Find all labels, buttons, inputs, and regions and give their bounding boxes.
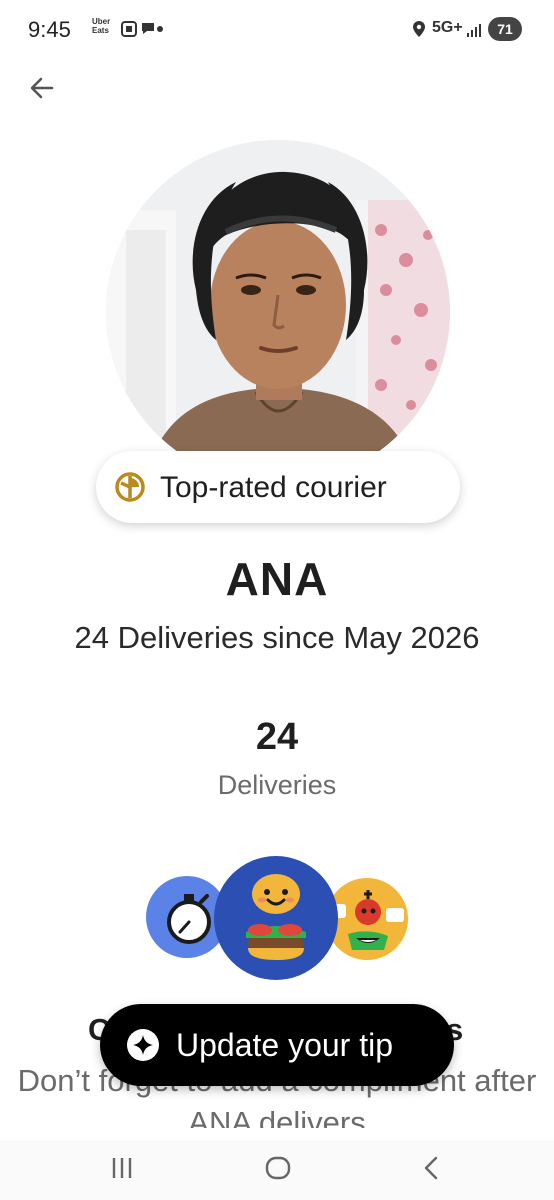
network-type: 5G+ — [432, 19, 463, 36]
tomato-mascot-illustration-icon — [326, 878, 408, 960]
battery-indicator: 71 — [488, 17, 522, 41]
uber-eats-notification-icon: Uber Eats — [92, 17, 111, 35]
chat-bubble-icon — [142, 23, 154, 34]
deliveries-count: 24 — [255, 716, 299, 758]
location-pin-icon — [413, 21, 425, 37]
burger-mascot-illustration-icon — [214, 856, 338, 980]
status-bar: 9:45 Uber Eats 5G+ 71 — [0, 0, 554, 62]
courier-avatar — [106, 140, 450, 484]
top-rated-courier-badge: Top-rated courier — [96, 451, 460, 523]
update-tip-label: Update your tip — [176, 1027, 394, 1063]
home-icon[interactable] — [264, 1154, 292, 1182]
system-navigation-bar — [0, 1140, 554, 1200]
status-time: 9:45 — [28, 17, 71, 42]
system-back-icon[interactable] — [420, 1154, 444, 1182]
deliveries-since: 24 Deliveries since May 2026 — [74, 620, 480, 655]
recent-apps-icon[interactable] — [110, 1154, 134, 1182]
sparkle-icon — [127, 1029, 159, 1061]
update-tip-button[interactable]: Update your tip — [100, 1004, 454, 1086]
courier-name: ANA — [225, 553, 329, 605]
notification-dot-icon — [157, 26, 163, 32]
back-arrow-icon[interactable] — [26, 72, 58, 104]
badge-label: Top-rated courier — [160, 471, 387, 504]
top-rated-medal-icon — [115, 472, 145, 502]
deliveries-label: Deliveries — [217, 770, 337, 800]
signal-icon — [467, 24, 481, 37]
screenshot-icon — [121, 21, 137, 37]
